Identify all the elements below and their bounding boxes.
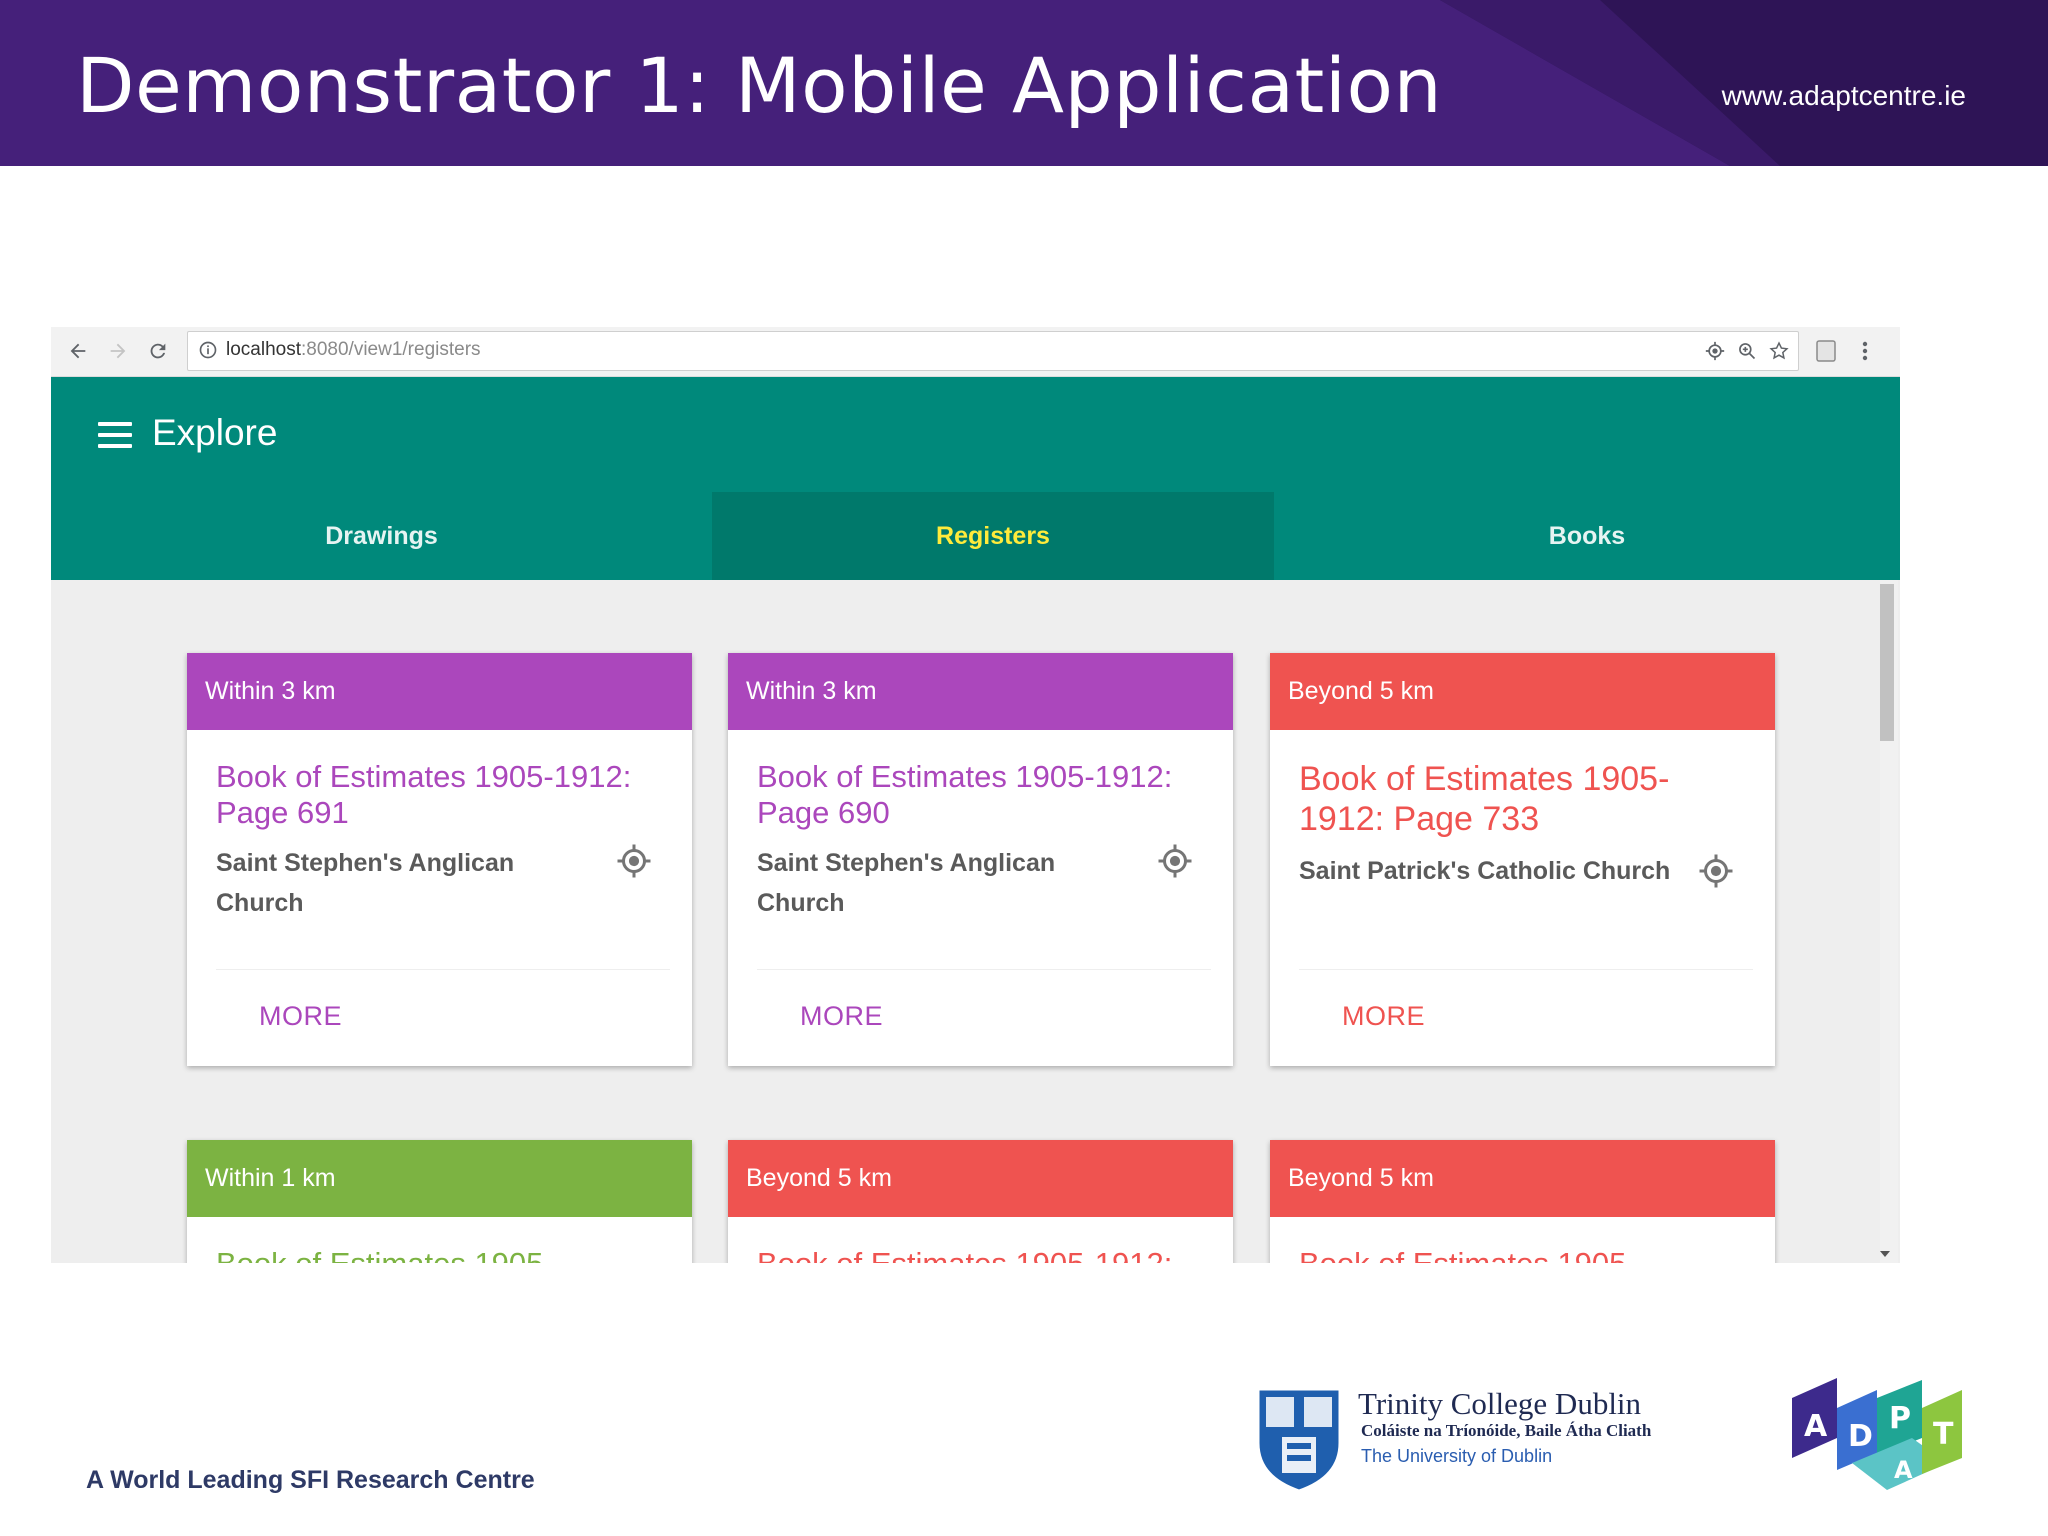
star-icon[interactable] <box>1768 340 1790 362</box>
tab-registers[interactable]: Registers <box>712 492 1274 580</box>
distance-badge: Beyond 5 km <box>1270 1140 1775 1217</box>
tcd-crest-icon <box>1256 1387 1342 1493</box>
card-title[interactable]: Book of Estimates 1905-1912: Page 733 <box>1299 759 1719 839</box>
tagline: A World Leading SFI Research Centre <box>86 1466 535 1494</box>
address-url[interactable]: localhost:8080/view1/registers <box>226 339 481 361</box>
distance-badge: Within 1 km <box>187 1140 692 1217</box>
card-location: Saint Patrick's Catholic Church <box>1299 857 1671 885</box>
locate-icon[interactable] <box>1698 853 1734 889</box>
tab-books[interactable]: Books <box>1274 492 1900 580</box>
distance-badge: Within 3 km <box>728 653 1233 730</box>
card-divider <box>757 969 1211 970</box>
card-title[interactable]: Book of Estimates 1905-1912: Page 690 <box>757 759 1197 831</box>
card-title[interactable]: Book of Estimates 1905 <box>216 1246 656 1263</box>
card-title[interactable]: Book of Estimates 1905 <box>1299 1246 1739 1263</box>
url-path: :8080/view1/registers <box>301 339 481 360</box>
card-location: Saint Stephen's Anglican Church <box>216 849 515 917</box>
adapt-logo: A D P A T <box>1792 1378 1962 1490</box>
extension-icon[interactable] <box>1815 339 1837 368</box>
scrollbar[interactable] <box>1880 580 1898 1263</box>
register-card[interactable]: Beyond 5 km Book of Estimates 1905 <box>1270 1140 1775 1263</box>
locate-icon[interactable] <box>616 843 652 879</box>
content-area: Within 3 km Book of Estimates 1905-1912:… <box>51 580 1900 1263</box>
app-bar: Explore Drawings Registers Books <box>51 377 1900 580</box>
tcd-name: Trinity College Dublin <box>1358 1386 1642 1421</box>
adapt-letter-a2: A <box>1894 1456 1913 1484</box>
more-vert-icon[interactable] <box>1861 339 1869 368</box>
address-bar[interactable]: localhost:8080/view1/registers <box>187 331 1799 371</box>
register-card[interactable]: Within 3 km Book of Estimates 1905-1912:… <box>187 653 692 1066</box>
browser-toolbar: localhost:8080/view1/registers <box>51 327 1900 377</box>
slide-title: Demonstrator 1: Mobile Application <box>76 41 1443 130</box>
tab-drawings[interactable]: Drawings <box>51 492 712 580</box>
adapt-letter-p: P <box>1889 1401 1911 1436</box>
card-location: Saint Stephen's Anglican Church <box>757 849 1056 917</box>
app-title: Explore <box>152 412 278 453</box>
tcd-irish-name: Coláiste na Tríonóide, Baile Átha Cliath <box>1361 1421 1652 1440</box>
browser-window: localhost:8080/view1/registers Explore D… <box>51 327 1900 1263</box>
distance-badge: Within 3 km <box>187 653 692 730</box>
zoom-icon[interactable] <box>1736 340 1758 362</box>
info-icon[interactable] <box>198 340 218 365</box>
distance-badge: Beyond 5 km <box>1270 653 1775 730</box>
distance-badge: Beyond 5 km <box>728 1140 1233 1217</box>
adapt-letter-d: D <box>1848 1419 1873 1454</box>
register-card[interactable]: Within 3 km Book of Estimates 1905-1912:… <box>728 653 1233 1066</box>
reload-icon[interactable] <box>143 336 173 366</box>
slide-header: Demonstrator 1: Mobile Application www.a… <box>0 0 2048 166</box>
card-title[interactable]: Book of Estimates 1905-1912: <box>757 1246 1197 1263</box>
forward-arrow-icon[interactable] <box>103 336 133 366</box>
back-arrow-icon[interactable] <box>63 336 93 366</box>
menu-hamburger-icon[interactable] <box>98 422 132 448</box>
location-icon[interactable] <box>1704 340 1726 362</box>
url-host: localhost <box>226 339 301 360</box>
scroll-down-arrow-icon[interactable] <box>1880 1251 1890 1257</box>
more-button[interactable]: MORE <box>800 1001 883 1032</box>
card-divider <box>216 969 670 970</box>
adapt-letter-a: A <box>1804 1409 1828 1444</box>
site-url[interactable]: www.adaptcentre.ie <box>1722 80 1966 112</box>
card-divider <box>1299 969 1753 970</box>
register-card[interactable]: Within 1 km Book of Estimates 1905 <box>187 1140 692 1263</box>
more-button[interactable]: MORE <box>259 1001 342 1032</box>
more-button[interactable]: MORE <box>1342 1001 1425 1032</box>
register-card[interactable]: Beyond 5 km Book of Estimates 1905-1912: <box>728 1140 1233 1263</box>
scrollbar-thumb[interactable] <box>1880 584 1894 741</box>
register-card[interactable]: Beyond 5 km Book of Estimates 1905-1912:… <box>1270 653 1775 1066</box>
adapt-letter-t: T <box>1933 1417 1954 1452</box>
tcd-university: The University of Dublin <box>1361 1446 1553 1466</box>
locate-icon[interactable] <box>1157 843 1193 879</box>
card-title[interactable]: Book of Estimates 1905-1912: Page 691 <box>216 759 656 831</box>
